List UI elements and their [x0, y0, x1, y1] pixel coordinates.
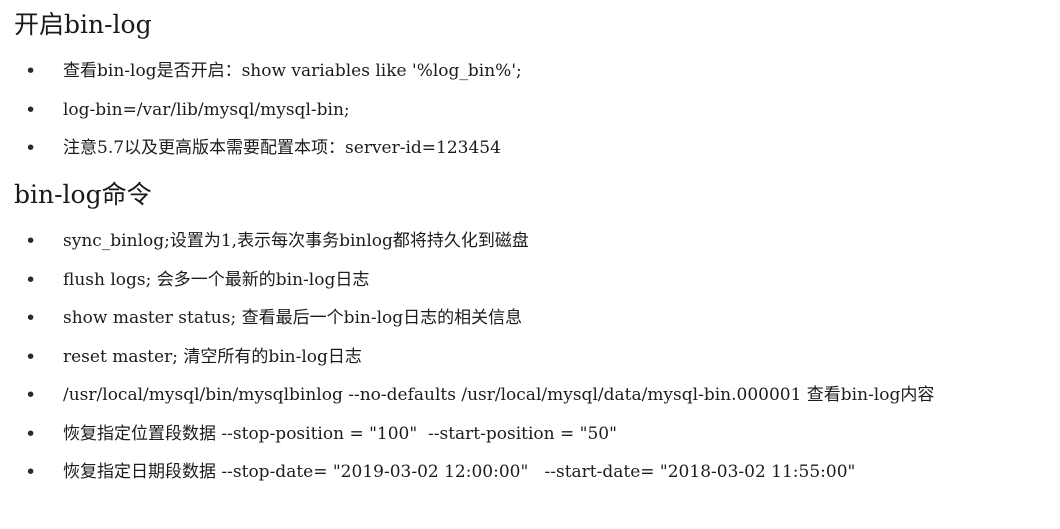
- list-item: • 查看bin-log是否开启：show variables like '%lo…: [0, 52, 1060, 91]
- list-item-text: sync_binlog;设置为1,表示每次事务binlog都将持久化到磁盘: [63, 231, 529, 251]
- list-item: • 恢复指定日期段数据 --stop-date= "2019-03-02 12:…: [0, 453, 1060, 492]
- list-item-text: show master status; 查看最后一个bin-log日志的相关信息: [63, 308, 523, 328]
- list-item: • log-bin=/var/lib/mysql/mysql-bin;: [0, 91, 1060, 130]
- document-page: 开启bin-log • 查看bin-log是否开启：show variables…: [0, 0, 1060, 529]
- bullet-icon: •: [25, 461, 37, 483]
- enable-binlog-list: • 查看bin-log是否开启：show variables like '%lo…: [0, 52, 1060, 168]
- list-item-text: 恢复指定日期段数据 --stop-date= "2019-03-02 12:00…: [63, 462, 856, 482]
- list-item-text: log-bin=/var/lib/mysql/mysql-bin;: [63, 99, 350, 120]
- list-item-text: 恢复指定位置段数据 --stop-position = "100" --star…: [63, 423, 617, 444]
- list-item-text: 注意5.7以及更高版本需要配置本项：server-id=123454: [63, 138, 501, 158]
- bullet-icon: •: [25, 345, 37, 368]
- list-item: • reset master; 清空所有的bin-log日志: [0, 338, 1060, 377]
- list-item-text: reset master; 清空所有的bin-log日志: [63, 346, 362, 367]
- binlog-commands-list: • sync_binlog;设置为1,表示每次事务binlog都将持久化到磁盘 …: [0, 222, 1060, 492]
- bullet-icon: •: [25, 307, 37, 329]
- list-item: • show master status; 查看最后一个bin-log日志的相关…: [0, 299, 1060, 338]
- list-item: • 恢复指定位置段数据 --stop-position = "100" --st…: [0, 415, 1060, 454]
- section-title-binlog-commands: bin-log命令: [14, 180, 152, 209]
- bullet-icon: •: [25, 230, 37, 252]
- list-item-text: 查看bin-log是否开启：show variables like '%log_…: [63, 61, 522, 81]
- list-item-text: /usr/local/mysql/bin/mysqlbinlog --no-de…: [63, 385, 935, 405]
- list-item: • sync_binlog;设置为1,表示每次事务binlog都将持久化到磁盘: [0, 222, 1060, 261]
- list-item: • /usr/local/mysql/bin/mysqlbinlog --no-…: [0, 376, 1060, 415]
- bullet-icon: •: [25, 98, 37, 121]
- list-item-text: flush logs; 会多一个最新的bin-log日志: [63, 269, 370, 290]
- bullet-icon: •: [25, 137, 37, 159]
- list-item: • 注意5.7以及更高版本需要配置本项：server-id=123454: [0, 129, 1060, 168]
- bullet-icon: •: [25, 60, 37, 82]
- section-title-enable-binlog: 开启bin-log: [14, 10, 152, 39]
- list-item: • flush logs; 会多一个最新的bin-log日志: [0, 261, 1060, 300]
- bullet-icon: •: [25, 268, 37, 291]
- bullet-icon: •: [25, 384, 37, 406]
- bullet-icon: •: [25, 422, 37, 445]
